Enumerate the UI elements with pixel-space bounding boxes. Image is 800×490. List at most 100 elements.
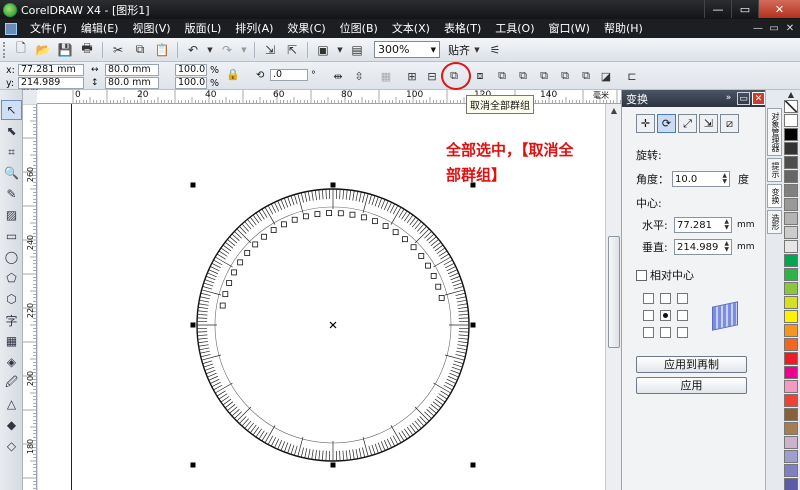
anchor-top-center[interactable] (660, 293, 671, 304)
rectangle-tool-icon[interactable]: ▭ (1, 226, 22, 246)
smart-fill-tool-icon[interactable]: ▨ (1, 205, 22, 225)
color-swatch[interactable] (784, 282, 798, 295)
combine-icon[interactable]: ⧈ (472, 68, 488, 84)
apply-to-duplicate-button[interactable]: 应用到再制 (636, 356, 747, 373)
zoom-tool-icon[interactable]: 🔍 (1, 163, 22, 183)
color-swatch[interactable] (784, 128, 798, 141)
docker-minimize-button[interactable]: ▭ (737, 92, 750, 105)
selection-handle[interactable] (190, 182, 196, 188)
color-swatch[interactable] (784, 114, 798, 127)
anchor-middle-right[interactable] (677, 310, 688, 321)
toolbar-grip[interactable] (3, 41, 6, 58)
undo-dropdown-icon[interactable]: ▼ (206, 41, 214, 59)
horizontal-center-field[interactable]: 77.281 ▲ ▼ (674, 217, 732, 233)
menu-bitmaps[interactable]: 位图(B) (333, 19, 385, 38)
color-swatch[interactable] (784, 226, 798, 239)
create-boundary-icon[interactable]: ⊏ (624, 68, 640, 84)
tab-size-icon[interactable]: ⇲ (699, 114, 718, 133)
cut-icon[interactable]: ✂ (109, 41, 127, 59)
paste-icon[interactable]: 📋 (153, 41, 171, 59)
options-icon[interactable]: ⚟ (486, 41, 504, 59)
scale-x-field[interactable]: 100.0 (175, 64, 207, 76)
menu-table[interactable]: 表格(T) (437, 19, 488, 38)
selection-handle[interactable] (330, 462, 336, 468)
tab-position-icon[interactable]: ✛ (636, 114, 655, 133)
vertical-center-field[interactable]: 214.989 ▲ ▼ (674, 239, 732, 255)
snap-dropdown-icon[interactable]: ▼ (472, 41, 482, 59)
side-tab-object-manager[interactable]: 对象管理器 (767, 108, 782, 156)
back-minus-front-icon[interactable]: ◪ (598, 68, 614, 84)
interactive-blend-tool-icon[interactable]: ◈ (1, 352, 22, 372)
welcome-screen-icon[interactable]: ▤ (348, 41, 366, 59)
polygon-tool-icon[interactable]: ⬠ (1, 268, 22, 288)
snap-to-menu[interactable]: 贴齐 (448, 42, 470, 58)
color-swatch[interactable] (784, 310, 798, 323)
menu-arrange[interactable]: 排列(A) (228, 19, 280, 38)
width-field[interactable]: 80.0 mm (105, 64, 159, 76)
side-tab-shaping[interactable]: 造形 (767, 210, 782, 234)
color-swatch[interactable] (784, 422, 798, 435)
menu-edit[interactable]: 编辑(E) (74, 19, 126, 38)
color-swatch[interactable] (784, 338, 798, 351)
copy-icon[interactable]: ⧉ (131, 41, 149, 59)
selection-handle[interactable] (190, 322, 196, 328)
simplify-icon[interactable]: ⧉ (557, 68, 573, 84)
scroll-up-arrow-icon[interactable]: ▲ (608, 106, 620, 118)
height-field[interactable]: 80.0 mm (105, 77, 159, 89)
menu-window[interactable]: 窗口(W) (542, 19, 597, 38)
side-tab-transform[interactable]: 变换 (767, 184, 782, 208)
selection-handle[interactable] (330, 182, 336, 188)
color-swatch[interactable] (784, 380, 798, 393)
ellipse-tool-icon[interactable]: ◯ (1, 247, 22, 267)
menu-layout[interactable]: 版面(L) (178, 19, 229, 38)
doc-minimize-button[interactable]: — (750, 19, 766, 38)
import-icon[interactable]: ⇲ (261, 41, 279, 59)
anchor-top-right[interactable] (677, 293, 688, 304)
new-file-icon[interactable]: 🗋 (12, 41, 30, 59)
ruler-corner[interactable] (23, 90, 37, 104)
application-launcher-icon[interactable]: ▣ (314, 41, 332, 59)
vertical-spinner-icon[interactable]: ▲ ▼ (724, 241, 729, 253)
color-swatch[interactable] (784, 464, 798, 477)
color-swatch[interactable] (784, 296, 798, 309)
anchor-middle-left[interactable] (643, 310, 654, 321)
doc-restore-button[interactable]: ▭ (766, 19, 782, 38)
menu-effects[interactable]: 效果(C) (280, 19, 332, 38)
scale-y-field[interactable]: 100.0 (175, 77, 207, 89)
launcher-dropdown-icon[interactable]: ▼ (336, 41, 344, 59)
eyedropper-tool-icon[interactable]: 🖉 (1, 373, 22, 393)
color-swatch[interactable] (784, 156, 798, 169)
anchor-bottom-right[interactable] (677, 327, 688, 338)
rotation-angle-field[interactable]: .0 (270, 69, 308, 81)
export-icon[interactable]: ⇱ (283, 41, 301, 59)
lock-ratio-icon[interactable]: 🔒 (225, 66, 241, 82)
angle-spinner-icon[interactable]: ▲ ▼ (722, 173, 727, 185)
minimize-button[interactable]: — (704, 0, 731, 18)
side-tab-hints[interactable]: 提示 (767, 158, 782, 182)
color-swatch[interactable] (784, 352, 798, 365)
color-swatch[interactable] (784, 212, 798, 225)
relative-center-checkbox[interactable] (636, 269, 647, 281)
color-swatch[interactable] (784, 394, 798, 407)
anchor-bottom-left[interactable] (643, 327, 654, 338)
color-swatch[interactable] (784, 408, 798, 421)
menu-help[interactable]: 帮助(H) (597, 19, 650, 38)
redo-dropdown-icon[interactable]: ▼ (240, 41, 248, 59)
color-swatch[interactable] (784, 170, 798, 183)
docker-expand-icon[interactable]: » (722, 92, 735, 105)
mirror-vertical-icon[interactable]: ⇳ (351, 68, 367, 84)
intersect-icon[interactable]: ⧉ (536, 68, 552, 84)
doc-close-button[interactable]: ✕ (782, 19, 798, 38)
selection-handle[interactable] (190, 462, 196, 468)
y-position-field[interactable]: 214.989 mm (18, 77, 84, 98)
anchor-bottom-center[interactable] (660, 327, 671, 338)
angle-field[interactable]: 10.0 ▲ ▼ (672, 171, 730, 187)
vertical-ruler[interactable]: 260 240 220 200 180 (23, 104, 37, 490)
trim-icon[interactable]: ⧉ (515, 68, 531, 84)
color-swatch[interactable] (784, 268, 798, 281)
mirror-horizontal-icon[interactable]: ⇹ (330, 68, 346, 84)
basic-shapes-tool-icon[interactable]: ⬡ (1, 289, 22, 309)
interactive-fill-tool-icon[interactable]: ◇ (1, 436, 22, 456)
menu-view[interactable]: 视图(V) (125, 19, 177, 38)
color-swatch[interactable] (784, 198, 798, 211)
